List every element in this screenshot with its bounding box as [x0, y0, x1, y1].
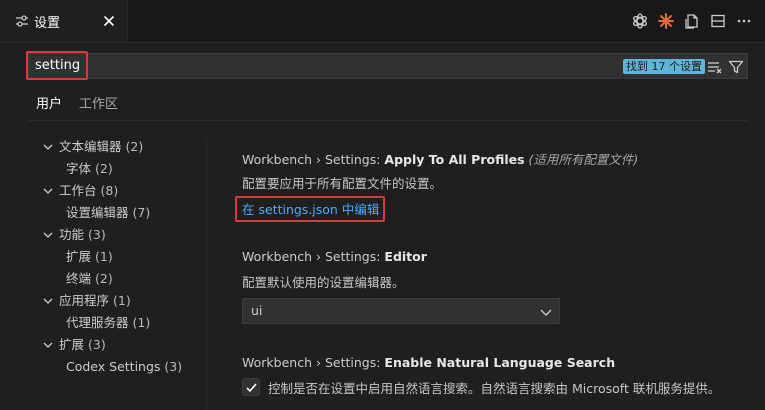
- more-actions-button[interactable]: [731, 8, 757, 34]
- toc-label: Codex Settings: [66, 359, 161, 374]
- toc-item-codex-settings[interactable]: Codex Settings (3): [66, 358, 182, 376]
- sparkle-icon: [658, 13, 674, 29]
- select-value: ui: [251, 303, 263, 318]
- more-icon: [737, 19, 751, 23]
- toc-count: (2): [95, 161, 113, 176]
- setting-title-editor: Workbench › Settings: Editor: [242, 249, 427, 264]
- setting-description: 配置默认使用的设置编辑器。: [242, 275, 405, 290]
- setting-name: Editor: [384, 249, 427, 264]
- editor-select[interactable]: ui: [242, 298, 560, 324]
- toc-item-proxy-server[interactable]: 代理服务器 (1): [66, 314, 150, 332]
- close-tab-button[interactable]: [100, 12, 118, 30]
- toc-label: 文本编辑器: [59, 139, 122, 154]
- toc-separator: [206, 140, 207, 410]
- settings-tab[interactable]: 设置: [0, 0, 128, 42]
- toc-item-settings-editor[interactable]: 设置编辑器 (7): [66, 204, 150, 222]
- toc-count: (3): [88, 337, 106, 352]
- checkbox-label: 控制是否在设置中启用自然语言搜索。自然语言搜索由 Microsoft 联机服务提…: [268, 381, 721, 396]
- editor-tab-bar: 设置: [0, 0, 765, 43]
- toc-label: 代理服务器: [66, 315, 129, 330]
- setting-description: 配置要应用于所有配置文件的设置。: [242, 176, 443, 191]
- chevron-down-icon: [43, 144, 53, 150]
- split-editor-icon: [711, 14, 725, 28]
- toc-label: 设置编辑器: [66, 205, 129, 220]
- toc-label: 工作台: [59, 183, 97, 198]
- tab-workspace[interactable]: 工作区: [79, 96, 118, 120]
- openai-icon: [633, 13, 647, 29]
- scope-divider: [28, 120, 748, 121]
- openai-button[interactable]: [627, 8, 653, 34]
- toc-item-font[interactable]: 字体 (2): [66, 160, 113, 178]
- chevron-down-icon: [43, 342, 53, 348]
- clear-filter-icon: [708, 62, 722, 74]
- chevron-down-icon: [540, 309, 552, 316]
- open-settings-json-button[interactable]: [679, 8, 705, 34]
- editor-actions: [627, 0, 757, 42]
- settings-search-box: 找到 17 个设置: [28, 53, 748, 79]
- setting-name: Apply To All Profiles: [384, 152, 525, 167]
- setting-name: Enable Natural Language Search: [384, 355, 616, 370]
- toc-label: 扩展: [66, 249, 92, 264]
- toc-item-features[interactable]: 功能 (3): [42, 226, 106, 244]
- setting-category: Workbench › Settings:: [242, 152, 385, 167]
- settings-sliders-icon: [16, 15, 28, 27]
- toc-count: (2): [125, 139, 144, 154]
- toc-count: (1): [95, 249, 113, 264]
- sparkle-button[interactable]: [653, 8, 679, 34]
- settings-search-input[interactable]: [35, 54, 595, 78]
- toc-count: (1): [132, 315, 151, 330]
- toc-count: (8): [100, 183, 119, 198]
- toc-item-extensions[interactable]: 扩展 (3): [42, 336, 106, 354]
- tab-user[interactable]: 用户: [36, 96, 63, 121]
- setting-note: (适用所有配置文件): [524, 152, 639, 167]
- toc-count: (7): [132, 205, 151, 220]
- clear-filter-button[interactable]: [705, 57, 725, 77]
- toc-item-application[interactable]: 应用程序 (1): [42, 292, 131, 310]
- chevron-down-icon: [43, 188, 53, 194]
- checkmark-icon: [245, 382, 257, 392]
- toc-count: (1): [113, 293, 131, 308]
- toc-count: (3): [88, 227, 106, 242]
- toc-item-extensions-features[interactable]: 扩展 (1): [66, 248, 113, 266]
- tab-label: 设置: [34, 15, 61, 31]
- edit-in-settings-json-link[interactable]: 在 settings.json 中编辑: [242, 199, 379, 218]
- toc-item-text-editor[interactable]: 文本编辑器 (2): [42, 138, 143, 156]
- filter-icon: [728, 60, 744, 74]
- toc-label: 应用程序: [59, 293, 110, 308]
- toc-label: 功能: [59, 227, 85, 242]
- toc-label: 终端: [66, 271, 92, 286]
- setting-title-apply-to-all-profiles: Workbench › Settings: Apply To All Profi…: [242, 149, 638, 168]
- chevron-down-icon: [43, 232, 53, 238]
- filter-button[interactable]: [726, 57, 746, 77]
- toc-count: (2): [95, 271, 113, 286]
- toc-label: 扩展: [59, 337, 85, 352]
- close-icon: [103, 15, 115, 27]
- search-result-count: 找到 17 个设置: [623, 59, 705, 74]
- natural-language-search-checkbox[interactable]: [242, 378, 260, 396]
- toc-count: (3): [164, 359, 183, 374]
- toc-item-workbench[interactable]: 工作台 (8): [42, 182, 118, 200]
- toc-item-terminal[interactable]: 终端 (2): [66, 270, 113, 288]
- open-settings-json-icon: [685, 14, 698, 29]
- toc-label: 字体: [66, 161, 92, 176]
- setting-title-natural-language-search: Workbench › Settings: Enable Natural Lan…: [242, 355, 615, 370]
- split-editor-button[interactable]: [705, 8, 731, 34]
- setting-category: Workbench › Settings:: [242, 249, 385, 264]
- chevron-down-icon: [43, 298, 53, 304]
- setting-category: Workbench › Settings:: [242, 355, 385, 370]
